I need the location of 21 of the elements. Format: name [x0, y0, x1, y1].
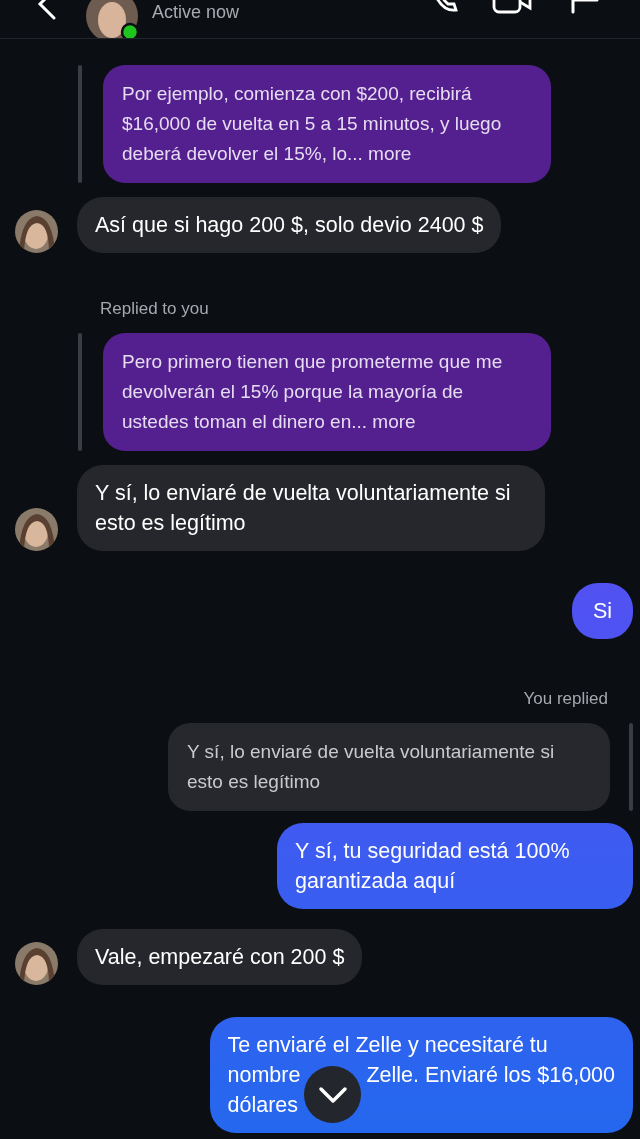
reply-label: Replied to you	[100, 299, 210, 319]
scroll-down-button[interactable]	[304, 1066, 362, 1123]
message-text: Zelle. Enviaré los $16,000	[366, 1062, 615, 1089]
avatar[interactable]	[15, 210, 58, 253]
message-bubble: Si	[571, 583, 633, 639]
avatar[interactable]	[15, 942, 58, 985]
quoted-message: Y sí, lo enviaré de vuelta voluntariamente si esto es legítimo	[168, 723, 610, 811]
quoted-message: Pero primero tienen que prometerme que me devolverán el 15% porque la mayoría de ustedes toman el dinero en... more	[103, 333, 551, 451]
status-text: Active now	[152, 2, 240, 23]
message-text: Te enviaré el Zelle y necesitaré tu	[227, 1032, 548, 1059]
message-bubble: Y sí, tu seguridad está 100% garantizada aquí	[277, 823, 633, 909]
message-text: nombre	[227, 1062, 301, 1089]
chevron-down-icon	[317, 1085, 348, 1104]
message-text: dólares	[227, 1092, 298, 1119]
reply-label: You replied	[523, 689, 608, 709]
quoted-message: Por ejemplo, comienza con $200, recibirá $16,000 de vuelta en 5 a 15 minutos, y luego deberá devolver el 15%, lo... more	[103, 65, 551, 183]
avatar[interactable]	[15, 508, 58, 551]
message-bubble: Así que si hago 200 $, solo devio 2400 $	[77, 197, 502, 253]
message-bubble: Y sí, lo enviaré de vuelta voluntariamente si esto es legítimo	[77, 465, 545, 551]
message-bubble: Vale, empezaré con 200 $	[77, 929, 363, 985]
contact-avatar[interactable]	[86, 0, 138, 38]
